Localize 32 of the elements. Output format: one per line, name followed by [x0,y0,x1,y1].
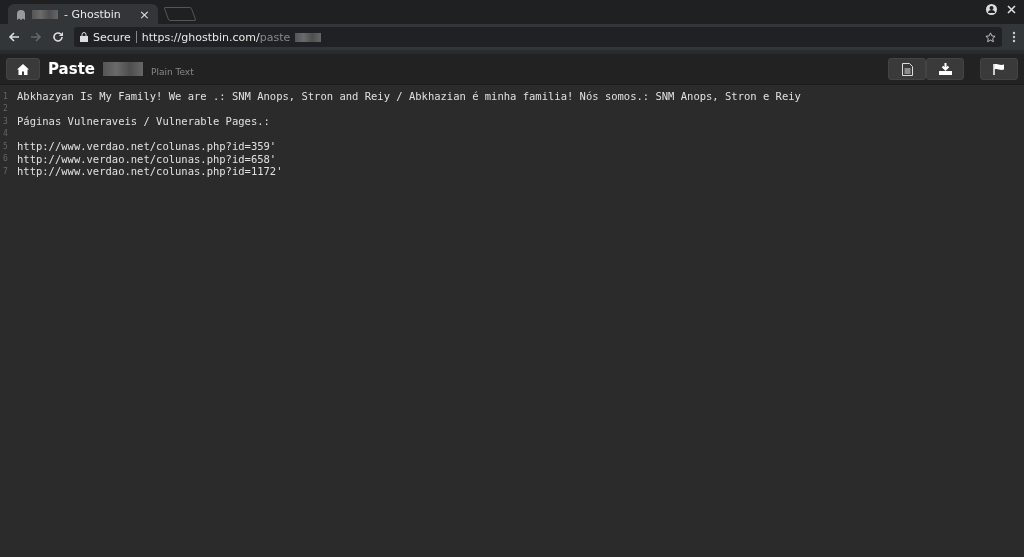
page-title: Paste [48,60,95,78]
address-bar[interactable]: Secure https://ghostbin.com/paste [74,27,1002,47]
code-line: http://www.verdao.net/colunas.php?id=658' [17,152,277,165]
browser-tab[interactable]: - Ghostbin × [8,4,158,24]
redacted-block [103,62,143,76]
code-line: Páginas Vulneraveis / Vulnerable Pages.: [17,115,270,128]
close-icon[interactable]: × [139,6,150,22]
lock-icon [80,32,88,42]
close-window-icon[interactable] [1007,5,1016,14]
star-icon[interactable] [985,31,996,43]
download-icon [938,63,952,75]
secure-label: Secure [93,30,131,44]
url-text: https://ghostbin.com/paste [141,30,291,44]
menu-icon[interactable] [1012,31,1016,43]
tab-title: - Ghostbin [64,7,122,21]
report-button[interactable] [980,58,1018,80]
code-line: http://www.verdao.net/colunas.php?id=359' [17,140,277,153]
code-line: http://www.verdao.net/colunas.php?id=1172' [17,165,283,178]
flag-icon [993,63,1005,75]
home-icon [17,63,29,75]
profile-icon[interactable] [986,4,997,15]
code-line: Abkhazyan Is My Family! We are .: SNM Anops, Stron and Reiy / Abkhazian é minha familia! Nós somos.: SNM Anops, Stron e Reiy [17,90,801,103]
redacted-block [32,9,58,19]
ghost-icon [16,8,26,20]
redacted-block [295,32,322,42]
language-label: Plain Text [151,66,194,77]
home-button[interactable] [6,58,40,80]
back-icon[interactable] [8,31,20,43]
raw-button[interactable] [888,58,926,80]
reload-icon[interactable] [52,31,64,43]
document-icon [901,62,913,76]
download-button[interactable] [926,58,964,80]
